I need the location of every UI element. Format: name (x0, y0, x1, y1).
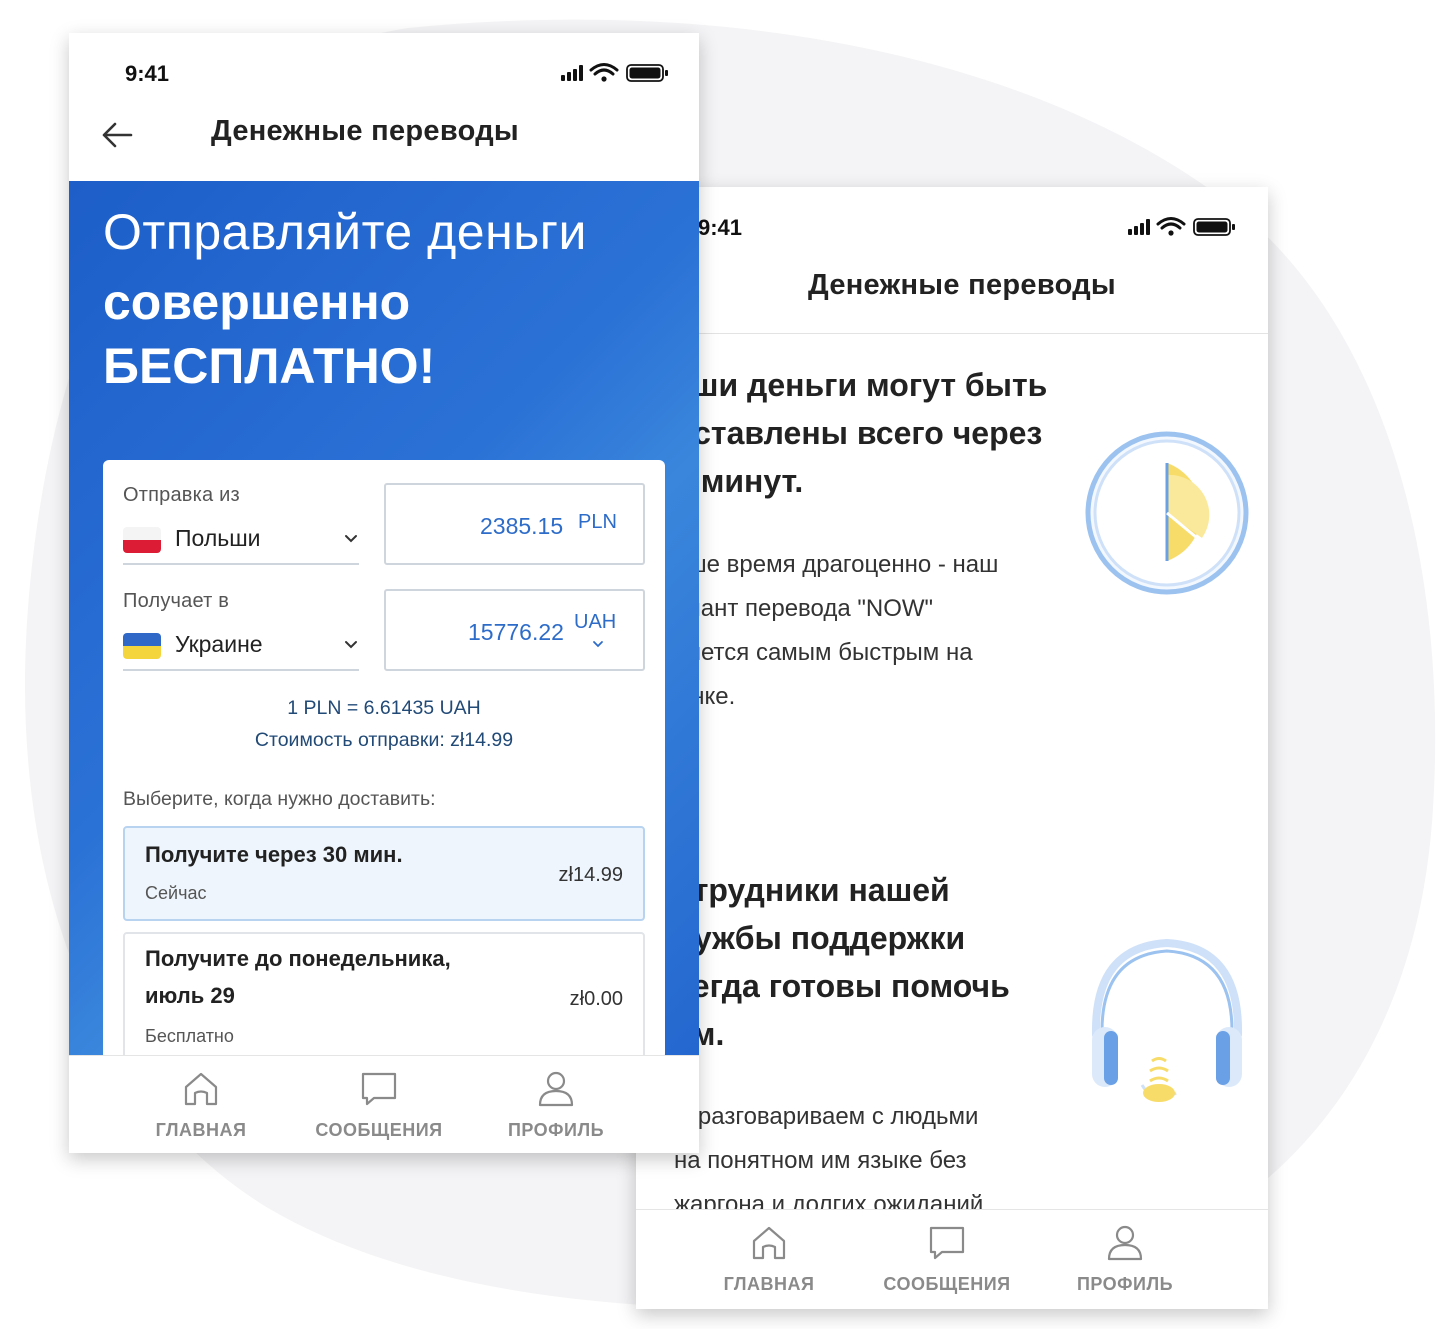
home-icon (752, 1226, 786, 1260)
option-price: zł14.99 (558, 864, 624, 886)
home-icon (184, 1072, 218, 1106)
phone-transfer-screen: 9:41 Денежные переводы Отправляйте деньг… (69, 33, 699, 1153)
clock-icon (1085, 431, 1249, 595)
send-amount-input[interactable]: 2385.15 PLN (384, 483, 645, 565)
chevron-down-icon (345, 535, 357, 543)
poland-flag-icon (123, 527, 161, 553)
chat-bubble-icon (361, 1072, 397, 1106)
battery-icon (1193, 218, 1235, 236)
send-currency: PLN (578, 511, 617, 533)
delivery-option-express[interactable]: Получите через 30 мин. Сейчас zł14.99 (123, 826, 645, 921)
page-title: Денежные переводы (211, 115, 519, 147)
battery-icon (626, 64, 668, 82)
nav-messages[interactable]: СООБЩЕНИЯ (872, 1224, 1022, 1295)
transfer-fee: Стоимость отправки: zł14.99 (254, 729, 514, 751)
delivery-prompt: Выберите, когда нужно доставить: (123, 788, 436, 810)
status-icons (561, 63, 668, 82)
page-title: Денежные переводы (808, 269, 1116, 301)
hero-text-line2: совершенно (103, 274, 411, 330)
bottom-nav: ГЛАВНАЯ СООБЩЕНИЯ ПРОФИЛЬ (636, 1209, 1268, 1309)
status-icons (1128, 217, 1235, 236)
nav-profile[interactable]: ПРОФИЛЬ (1068, 1224, 1182, 1295)
user-icon (538, 1071, 574, 1107)
signal-icon (1128, 229, 1132, 235)
exchange-rate: 1 PLN = 6.61435 UAH (287, 697, 481, 719)
hero-text-line3: БЕСПЛАТНО! (103, 338, 436, 394)
receive-country-select[interactable]: Украине (123, 621, 359, 671)
user-icon (1107, 1225, 1143, 1261)
receive-amount-input[interactable]: 15776.22 UAH (384, 589, 645, 671)
status-time: 9:41 (698, 215, 743, 240)
chevron-down-icon (593, 641, 603, 648)
hero-text-line1: Отправляйте деньги (103, 204, 587, 260)
section-body-speed: аше время драгоценно - наш риант перевод… (674, 551, 999, 710)
receive-in-label: Получает в (123, 590, 230, 612)
transfer-form-card: Отправка из Польши 2385.15 PLN Получает … (103, 460, 665, 1072)
back-arrow-icon[interactable] (101, 119, 133, 151)
wifi-icon (589, 63, 619, 82)
chevron-down-icon (345, 641, 357, 649)
headphones-icon (1091, 938, 1243, 1102)
bottom-nav: ГЛАВНАЯ СООБЩЕНИЯ ПРОФИЛЬ (69, 1055, 699, 1153)
section-body-support: ы разговариваем с людьми на понятном им … (674, 1103, 984, 1218)
chat-bubble-icon (929, 1226, 965, 1260)
receive-currency-select[interactable]: UAH (574, 611, 616, 634)
nav-home[interactable]: ГЛАВНАЯ (714, 1224, 824, 1295)
wifi-icon (1156, 217, 1186, 236)
nav-home[interactable]: ГЛАВНАЯ (146, 1070, 256, 1141)
section-heading-speed: аши деньги могут быть оставлены всего че… (674, 367, 1048, 499)
phone-info-screen: 9:41 Денежные переводы аши деньги могут … (636, 187, 1268, 1309)
header-divider (636, 333, 1268, 334)
section-heading-support: отрудники нашей лужбы поддержки сегда го… (674, 872, 1010, 1052)
send-country-select[interactable]: Польши (123, 515, 359, 565)
ukraine-flag-icon (123, 633, 161, 659)
nav-profile[interactable]: ПРОФИЛЬ (499, 1070, 613, 1141)
delivery-option-free[interactable]: Получите до понедельника, июль 29 Беспла… (123, 932, 645, 1072)
send-from-label: Отправка из (123, 484, 240, 506)
option-price: zł0.00 (569, 988, 623, 1010)
status-time: 9:41 (125, 61, 170, 86)
signal-icon (561, 75, 565, 81)
nav-messages[interactable]: СООБЩЕНИЯ (303, 1070, 455, 1141)
